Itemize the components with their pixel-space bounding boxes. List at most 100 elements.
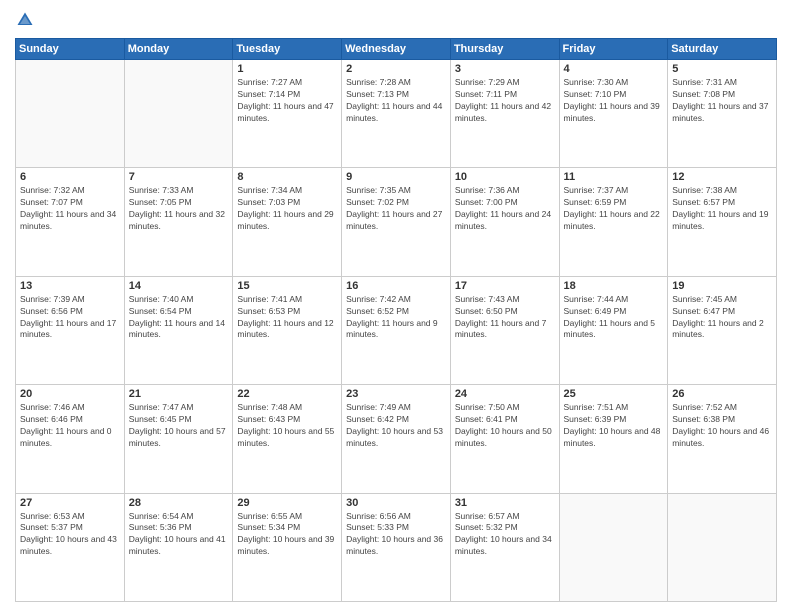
- day-info: Sunrise: 6:56 AMSunset: 5:33 PMDaylight:…: [346, 511, 446, 559]
- calendar-cell: 10 Sunrise: 7:36 AMSunset: 7:00 PMDayligh…: [450, 168, 559, 276]
- day-number: 25: [564, 388, 664, 400]
- calendar-cell: 26 Sunrise: 7:52 AMSunset: 6:38 PMDayligh…: [668, 385, 777, 493]
- calendar-cell: 2Sunrise: 7:28 AMSunset: 7:13 PMDaylight…: [342, 60, 451, 168]
- day-info: Sunrise: 7:40 AMSunset: 6:54 PMDaylight:…: [129, 294, 229, 342]
- day-header-tuesday: Tuesday: [233, 39, 342, 60]
- day-info: Sunrise: 7:37 AMSunset: 6:59 PMDaylight:…: [564, 185, 664, 233]
- day-info: Sunrise: 7:38 AMSunset: 6:57 PMDaylight:…: [672, 185, 772, 233]
- calendar-cell: 27 Sunrise: 6:53 AMSunset: 5:37 PMDayligh…: [16, 493, 125, 601]
- calendar-cell: 12 Sunrise: 7:38 AMSunset: 6:57 PMDayligh…: [668, 168, 777, 276]
- calendar-cell: 24 Sunrise: 7:50 AMSunset: 6:41 PMDayligh…: [450, 385, 559, 493]
- logo-icon: [15, 10, 35, 30]
- day-info: Sunrise: 7:28 AMSunset: 7:13 PMDaylight:…: [346, 77, 446, 125]
- day-info: Sunrise: 7:43 AMSunset: 6:50 PMDaylight:…: [455, 294, 555, 342]
- calendar-cell: 18 Sunrise: 7:44 AMSunset: 6:49 PMDayligh…: [559, 276, 668, 384]
- day-info: Sunrise: 7:29 AMSunset: 7:11 PMDaylight:…: [455, 77, 555, 125]
- calendar-cell: 8Sunrise: 7:34 AMSunset: 7:03 PMDaylight…: [233, 168, 342, 276]
- day-number: 23: [346, 388, 446, 400]
- day-number: 22: [237, 388, 337, 400]
- calendar-cell: 5 Sunrise: 7:31 AMSunset: 7:08 PMDaylight…: [668, 60, 777, 168]
- day-info: Sunrise: 6:53 AMSunset: 5:37 PMDaylight:…: [20, 511, 120, 559]
- calendar-cell: 9Sunrise: 7:35 AMSunset: 7:02 PMDaylight…: [342, 168, 451, 276]
- day-info: Sunrise: 7:33 AMSunset: 7:05 PMDaylight:…: [129, 185, 229, 233]
- day-number: 19: [672, 280, 772, 292]
- day-number: 1: [237, 63, 337, 75]
- day-info: Sunrise: 7:47 AMSunset: 6:45 PMDaylight:…: [129, 402, 229, 450]
- calendar-cell: 22 Sunrise: 7:48 AMSunset: 6:43 PMDayligh…: [233, 385, 342, 493]
- day-info: Sunrise: 7:48 AMSunset: 6:43 PMDaylight:…: [237, 402, 337, 450]
- calendar-week-row: 20 Sunrise: 7:46 AMSunset: 6:46 PMDayligh…: [16, 385, 777, 493]
- calendar-cell: [559, 493, 668, 601]
- day-header-monday: Monday: [124, 39, 233, 60]
- calendar-cell: 30 Sunrise: 6:56 AMSunset: 5:33 PMDayligh…: [342, 493, 451, 601]
- calendar-cell: 6Sunrise: 7:32 AMSunset: 7:07 PMDaylight…: [16, 168, 125, 276]
- day-number: 16: [346, 280, 446, 292]
- day-info: Sunrise: 7:36 AMSunset: 7:00 PMDaylight:…: [455, 185, 555, 233]
- day-info: Sunrise: 7:50 AMSunset: 6:41 PMDaylight:…: [455, 402, 555, 450]
- calendar-cell: 23 Sunrise: 7:49 AMSunset: 6:42 PMDayligh…: [342, 385, 451, 493]
- calendar-cell: 14 Sunrise: 7:40 AMSunset: 6:54 PMDayligh…: [124, 276, 233, 384]
- day-number: 26: [672, 388, 772, 400]
- calendar-header-row: SundayMondayTuesdayWednesdayThursdayFrid…: [16, 39, 777, 60]
- calendar-cell: 13 Sunrise: 7:39 AMSunset: 6:56 PMDayligh…: [16, 276, 125, 384]
- day-info: Sunrise: 7:35 AMSunset: 7:02 PMDaylight:…: [346, 185, 446, 233]
- calendar-cell: 28Sunrise: 6:54 AMSunset: 5:36 PMDayligh…: [124, 493, 233, 601]
- day-info: Sunrise: 6:55 AMSunset: 5:34 PMDaylight:…: [237, 511, 337, 559]
- calendar-cell: [124, 60, 233, 168]
- day-header-wednesday: Wednesday: [342, 39, 451, 60]
- day-number: 5: [672, 63, 772, 75]
- calendar-cell: 25 Sunrise: 7:51 AMSunset: 6:39 PMDayligh…: [559, 385, 668, 493]
- day-info: Sunrise: 7:41 AMSunset: 6:53 PMDaylight:…: [237, 294, 337, 342]
- day-info: Sunrise: 7:42 AMSunset: 6:52 PMDaylight:…: [346, 294, 446, 342]
- calendar-cell: 19Sunrise: 7:45 AMSunset: 6:47 PMDayligh…: [668, 276, 777, 384]
- day-number: 3: [455, 63, 555, 75]
- calendar-week-row: 13 Sunrise: 7:39 AMSunset: 6:56 PMDayligh…: [16, 276, 777, 384]
- day-number: 31: [455, 497, 555, 509]
- calendar-cell: 21 Sunrise: 7:47 AMSunset: 6:45 PMDayligh…: [124, 385, 233, 493]
- day-number: 27: [20, 497, 120, 509]
- day-info: Sunrise: 7:44 AMSunset: 6:49 PMDaylight:…: [564, 294, 664, 342]
- calendar-cell: 29 Sunrise: 6:55 AMSunset: 5:34 PMDayligh…: [233, 493, 342, 601]
- day-number: 7: [129, 171, 229, 183]
- day-number: 15: [237, 280, 337, 292]
- day-header-saturday: Saturday: [668, 39, 777, 60]
- day-number: 10: [455, 171, 555, 183]
- day-number: 6: [20, 171, 120, 183]
- day-info: Sunrise: 7:51 AMSunset: 6:39 PMDaylight:…: [564, 402, 664, 450]
- day-number: 11: [564, 171, 664, 183]
- day-number: 14: [129, 280, 229, 292]
- day-info: Sunrise: 7:46 AMSunset: 6:46 PMDaylight:…: [20, 402, 120, 450]
- day-number: 18: [564, 280, 664, 292]
- calendar-cell: 7 Sunrise: 7:33 AMSunset: 7:05 PMDaylight…: [124, 168, 233, 276]
- calendar-cell: 17 Sunrise: 7:43 AMSunset: 6:50 PMDayligh…: [450, 276, 559, 384]
- day-info: Sunrise: 7:39 AMSunset: 6:56 PMDaylight:…: [20, 294, 120, 342]
- day-number: 13: [20, 280, 120, 292]
- calendar-page: SundayMondayTuesdayWednesdayThursdayFrid…: [0, 0, 792, 612]
- calendar-cell: 31Sunrise: 6:57 AMSunset: 5:32 PMDayligh…: [450, 493, 559, 601]
- day-header-thursday: Thursday: [450, 39, 559, 60]
- day-number: 4: [564, 63, 664, 75]
- day-info: Sunrise: 7:52 AMSunset: 6:38 PMDaylight:…: [672, 402, 772, 450]
- calendar-cell: 15 Sunrise: 7:41 AMSunset: 6:53 PMDayligh…: [233, 276, 342, 384]
- header: [15, 10, 777, 30]
- day-number: 30: [346, 497, 446, 509]
- day-number: 17: [455, 280, 555, 292]
- day-number: 28: [129, 497, 229, 509]
- day-number: 20: [20, 388, 120, 400]
- day-info: Sunrise: 7:34 AMSunset: 7:03 PMDaylight:…: [237, 185, 337, 233]
- logo: [15, 10, 37, 30]
- calendar-cell: 16 Sunrise: 7:42 AMSunset: 6:52 PMDayligh…: [342, 276, 451, 384]
- day-number: 21: [129, 388, 229, 400]
- day-number: 12: [672, 171, 772, 183]
- calendar-cell: [668, 493, 777, 601]
- calendar-week-row: 1Sunrise: 7:27 AMSunset: 7:14 PMDaylight…: [16, 60, 777, 168]
- calendar-cell: 11 Sunrise: 7:37 AMSunset: 6:59 PMDayligh…: [559, 168, 668, 276]
- calendar-week-row: 6Sunrise: 7:32 AMSunset: 7:07 PMDaylight…: [16, 168, 777, 276]
- day-info: Sunrise: 7:31 AMSunset: 7:08 PMDaylight:…: [672, 77, 772, 125]
- calendar-table: SundayMondayTuesdayWednesdayThursdayFrid…: [15, 38, 777, 602]
- day-info: Sunrise: 7:49 AMSunset: 6:42 PMDaylight:…: [346, 402, 446, 450]
- day-number: 24: [455, 388, 555, 400]
- calendar-cell: 3 Sunrise: 7:29 AMSunset: 7:11 PMDaylight…: [450, 60, 559, 168]
- day-number: 29: [237, 497, 337, 509]
- day-header-friday: Friday: [559, 39, 668, 60]
